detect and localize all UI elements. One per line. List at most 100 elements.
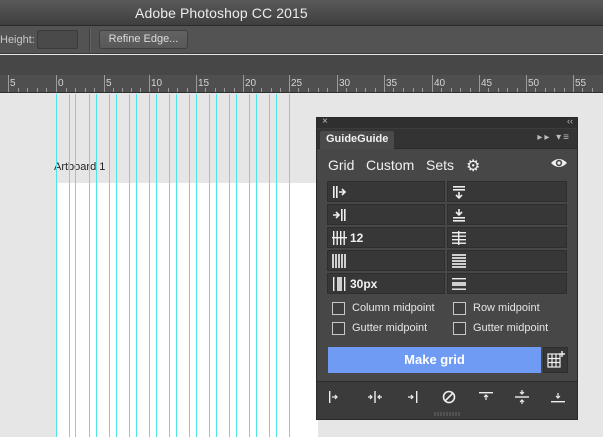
panel-tab-bar: GuideGuide ▸▸ ▾≡ (317, 129, 577, 149)
panel-tab-guideguide[interactable]: GuideGuide (320, 131, 395, 149)
checkbox-label: Gutter midpoint (473, 322, 549, 334)
field-row: 30px (327, 273, 567, 294)
ruler-label: 20 (245, 78, 257, 89)
artboard-label[interactable]: Artboard 1 (54, 161, 105, 173)
right-margin-icon (333, 209, 346, 221)
guide-line[interactable] (116, 94, 117, 437)
guide-line[interactable] (149, 94, 150, 437)
guide-line[interactable] (176, 94, 177, 437)
grid-add-icon (547, 351, 565, 368)
ruler-label: 55 (575, 78, 587, 89)
gutter-midpoint-checkbox-rows[interactable]: Gutter midpoint (453, 321, 573, 337)
checkbox-box[interactable] (453, 322, 466, 335)
guide-line[interactable] (256, 94, 257, 437)
top-margin-icon (453, 186, 465, 199)
field-row (327, 250, 567, 271)
gutter-midpoint-checkbox-columns[interactable]: Gutter midpoint (332, 321, 452, 337)
ruler-label: 10 (151, 78, 163, 89)
panel-top-strip: × ‹‹ (317, 116, 577, 128)
guide-line[interactable] (196, 94, 197, 437)
left-margin-icon (333, 186, 347, 198)
gutter-width-field[interactable]: 30px (327, 273, 445, 294)
guide-line[interactable] (69, 94, 70, 437)
refine-edge-button[interactable]: Refine Edge... (99, 30, 188, 49)
field-row (327, 181, 567, 202)
column-width-icon (332, 254, 346, 268)
guide-line[interactable] (156, 94, 157, 437)
close-icon[interactable]: × (322, 116, 328, 127)
checkbox-label: Column midpoint (352, 302, 435, 314)
rows-field[interactable] (447, 227, 567, 248)
make-grid-button[interactable]: Make grid (328, 347, 541, 373)
top-guide-icon[interactable] (478, 390, 494, 404)
eye-icon[interactable] (550, 154, 568, 172)
column-midpoint-checkbox[interactable]: Column midpoint (332, 301, 452, 317)
bottom-margin-field[interactable] (447, 204, 567, 225)
guide-line[interactable] (136, 94, 137, 437)
left-guide-icon[interactable] (327, 390, 343, 404)
ruler-label: 40 (434, 78, 446, 89)
window-titlebar: Adobe Photoshop CC 2015 (0, 0, 603, 26)
window-title: Adobe Photoshop CC 2015 (135, 5, 308, 21)
field-row: 12 (327, 227, 567, 248)
checkbox-box[interactable] (453, 302, 466, 315)
nav-custom[interactable]: Custom (366, 157, 414, 173)
rows-icon (452, 231, 466, 245)
grid-options-button[interactable] (543, 347, 568, 373)
panel-menu-icon[interactable]: ▸▸ ▾≡ (537, 132, 571, 143)
vertical-midpoint-icon[interactable] (367, 390, 383, 404)
columns-icon (332, 231, 347, 245)
guideguide-panel: × ‹‹ GuideGuide ▸▸ ▾≡ Grid Custom Sets ⚙ (316, 116, 578, 420)
gutter-height-field[interactable] (447, 273, 567, 294)
top-margin-field[interactable] (447, 181, 567, 202)
guide-line[interactable] (236, 94, 237, 437)
bottom-margin-icon (453, 209, 465, 222)
ruler-label: 30 (339, 78, 351, 89)
clear-guides-icon[interactable] (441, 390, 457, 404)
guide-line[interactable] (109, 94, 110, 437)
guide-line[interactable] (129, 94, 130, 437)
collapse-icon[interactable]: ‹‹ (567, 116, 573, 126)
guide-line[interactable] (89, 94, 90, 437)
row-height-field[interactable] (447, 250, 567, 271)
ruler-label: 25 (291, 78, 303, 89)
panel-footer (317, 381, 577, 411)
options-bar: Height: Refine Edge... (0, 26, 603, 54)
gear-icon[interactable]: ⚙ (466, 156, 480, 176)
ruler-label: 50 (528, 78, 540, 89)
columns-value: 12 (350, 231, 364, 245)
guide-line[interactable] (96, 94, 97, 437)
bottom-guide-icon[interactable] (550, 390, 566, 404)
nav-grid[interactable]: Grid (328, 157, 354, 173)
guide-line[interactable] (169, 94, 170, 437)
gutter-width-value: 30px (350, 277, 378, 291)
guide-line[interactable] (249, 94, 250, 437)
horizontal-ruler[interactable]: 5 0 5 10 15 20 25 30 35 40 45 50 55 (0, 75, 603, 93)
checkbox-box[interactable] (332, 322, 345, 335)
row-midpoint-checkbox[interactable]: Row midpoint (453, 301, 573, 317)
height-input[interactable] (37, 30, 78, 49)
gutter-width-icon (333, 277, 346, 291)
guide-line[interactable] (289, 94, 290, 437)
right-guide-icon[interactable] (405, 390, 421, 404)
guide-line[interactable] (209, 94, 210, 437)
resize-grip-icon[interactable] (433, 411, 461, 417)
columns-field[interactable]: 12 (327, 227, 445, 248)
guide-line[interactable] (75, 94, 76, 437)
checkbox-box[interactable] (332, 302, 345, 315)
guide-line[interactable] (229, 94, 230, 437)
column-width-field[interactable] (327, 250, 445, 271)
guide-line[interactable] (269, 94, 270, 437)
horizontal-midpoint-icon[interactable] (514, 390, 530, 404)
checkbox-label: Row midpoint (473, 302, 540, 314)
ruler-label: 45 (481, 78, 493, 89)
guide-line[interactable] (56, 94, 57, 437)
left-margin-field[interactable] (327, 181, 445, 202)
document-tab-strip (0, 55, 603, 75)
options-separator (89, 29, 90, 51)
guide-line[interactable] (189, 94, 190, 437)
guide-line[interactable] (216, 94, 217, 437)
nav-sets[interactable]: Sets (426, 157, 454, 173)
right-margin-field[interactable] (327, 204, 445, 225)
guide-line[interactable] (276, 94, 277, 437)
